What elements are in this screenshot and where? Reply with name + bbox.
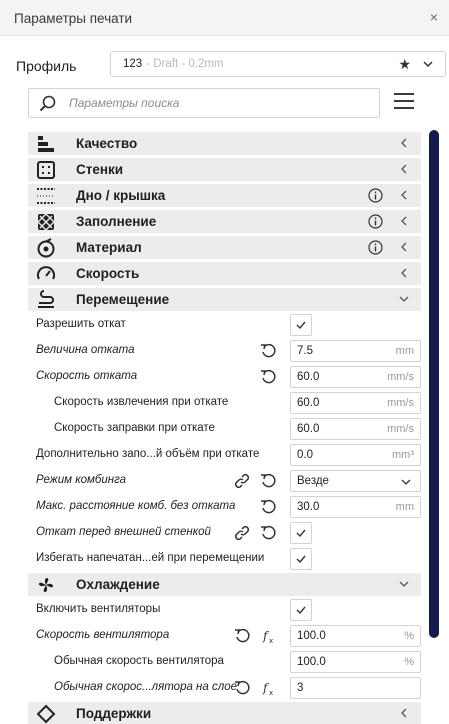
setting-retract-before-outer-wall: Откат перед внешней стенкой: [28, 520, 421, 546]
reset-icon[interactable]: [260, 525, 276, 541]
setting-fan-speed: Скорость вентилятора fx 100.0%: [28, 623, 421, 649]
retraction-speed-field[interactable]: 60.0 mm/s: [290, 366, 421, 388]
check-icon: [296, 555, 306, 564]
check-icon: [296, 321, 306, 330]
reset-icon[interactable]: [234, 628, 250, 644]
speed-icon: [37, 266, 55, 280]
fan-speed-field[interactable]: 100.0%: [290, 625, 421, 647]
chevron-left-icon: [401, 190, 407, 200]
reset-icon[interactable]: [234, 680, 250, 696]
check-icon: [296, 606, 306, 615]
window-title: Параметры печати: [14, 11, 133, 26]
reset-icon[interactable]: [260, 499, 276, 515]
scrollbar[interactable]: [429, 130, 439, 638]
chevron-down-icon: [423, 61, 433, 68]
category-quality[interactable]: Качество: [28, 132, 421, 155]
category-top-bottom[interactable]: Дно / крышка: [28, 184, 421, 207]
infill-icon: [37, 213, 55, 231]
category-material[interactable]: Материал: [28, 236, 421, 259]
chevron-left-icon: [401, 164, 407, 174]
function-icon[interactable]: fx: [262, 680, 278, 696]
category-support[interactable]: Поддержки: [28, 702, 421, 724]
info-icon[interactable]: [368, 240, 383, 255]
retraction-enable-checkbox[interactable]: [290, 314, 312, 336]
chevron-left-icon: [401, 242, 407, 252]
travel-icon: [38, 290, 54, 308]
retract-before-outer-wall-checkbox[interactable]: [290, 522, 312, 544]
setting-fan-enabled: Включить вентиляторы: [28, 597, 421, 623]
chevron-down-icon: [399, 581, 409, 587]
hamburger-icon: [394, 93, 414, 95]
retraction-retract-speed-field[interactable]: 60.0 mm/s: [290, 392, 421, 414]
retraction-amount-field[interactable]: 7.5 mm: [290, 340, 421, 362]
chevron-left-icon: [401, 216, 407, 226]
chevron-down-icon: [401, 479, 411, 485]
link-icon[interactable]: [234, 525, 250, 541]
reset-icon[interactable]: [260, 473, 276, 489]
category-cooling[interactable]: Охлаждение: [28, 573, 421, 596]
setting-avoid-printed-parts: Избегать напечатан...ей при перемещении: [28, 546, 421, 572]
info-icon[interactable]: [368, 214, 383, 229]
reset-icon[interactable]: [260, 343, 276, 359]
setting-combing-mode: Режим комбинга Везде: [28, 468, 421, 494]
profile-name: 123- Draft - 0.2mm: [123, 58, 224, 70]
category-infill[interactable]: Заполнение: [28, 210, 421, 233]
combing-max-distance-field[interactable]: 30.0 mm: [290, 496, 421, 518]
top-bottom-icon: [37, 188, 55, 204]
svg-text:x: x: [269, 637, 273, 644]
material-icon: [37, 238, 55, 258]
fan-speed-min-field[interactable]: 100.0%: [290, 651, 421, 673]
fan-enabled-checkbox[interactable]: [290, 599, 312, 621]
support-icon: [36, 704, 56, 724]
walls-icon: [37, 161, 55, 179]
chevron-left-icon: [401, 268, 407, 278]
search-box: [28, 88, 380, 118]
check-icon: [296, 529, 306, 538]
svg-text:x: x: [269, 689, 273, 696]
setting-retraction-speed: Скорость отката 60.0 mm/s: [28, 364, 421, 390]
fan-icon: [38, 577, 54, 593]
profile-label: Профиль: [16, 58, 77, 74]
star-icon[interactable]: ★: [398, 56, 411, 73]
setting-fan-speed-min: Обычная скорость вентилятора 100.0%: [28, 649, 421, 675]
retraction-prime-speed-field[interactable]: 60.0 mm/s: [290, 418, 421, 440]
setting-retraction-prime-speed: Скорость заправки при откате 60.0 mm/s: [28, 416, 421, 442]
setting-retraction-retract-speed: Скорость извлечения при откате 60.0 mm/s: [28, 390, 421, 416]
combing-mode-select[interactable]: Везде: [290, 470, 421, 492]
setting-retraction-enable: Разрешить откат: [28, 312, 421, 338]
setting-retraction-extra-prime: Дополнительно запо...й объём при откате …: [28, 442, 421, 468]
link-icon[interactable]: [234, 473, 250, 489]
title-bar: Параметры печати ×: [0, 0, 449, 36]
settings-menu-button[interactable]: [394, 93, 414, 113]
settings-list: Качество Стенки Дно / крышка Заполнение: [28, 130, 421, 724]
chevron-down-icon: [399, 296, 409, 302]
category-speed[interactable]: Скорость: [28, 262, 421, 285]
setting-retraction-amount: Величина отката 7.5 mm: [28, 338, 421, 364]
info-icon[interactable]: [368, 188, 383, 203]
profile-select[interactable]: 123- Draft - 0.2mm ★: [110, 51, 446, 77]
reset-icon[interactable]: [260, 369, 276, 385]
function-icon[interactable]: fx: [262, 628, 278, 644]
setting-combing-max-distance: Макс. расстояние комб. без отката 30.0 mm: [28, 494, 421, 520]
chevron-left-icon: [401, 708, 407, 718]
profile-subtitle: - Draft - 0.2mm: [146, 58, 224, 70]
layer-height-icon: [38, 136, 54, 152]
category-travel[interactable]: Перемещение: [28, 288, 421, 311]
avoid-printed-parts-checkbox[interactable]: [290, 548, 312, 570]
category-walls[interactable]: Стенки: [28, 158, 421, 181]
chevron-left-icon: [401, 138, 407, 148]
close-icon[interactable]: ×: [425, 8, 443, 26]
search-icon: [39, 95, 56, 112]
search-input[interactable]: [69, 90, 369, 116]
retraction-extra-prime-field[interactable]: 0.0 mm³: [290, 444, 421, 466]
fan-full-layer-field[interactable]: 3: [290, 677, 421, 699]
setting-fan-full-layer: Обычная скорос...лятора на слое fx 3: [28, 675, 421, 701]
